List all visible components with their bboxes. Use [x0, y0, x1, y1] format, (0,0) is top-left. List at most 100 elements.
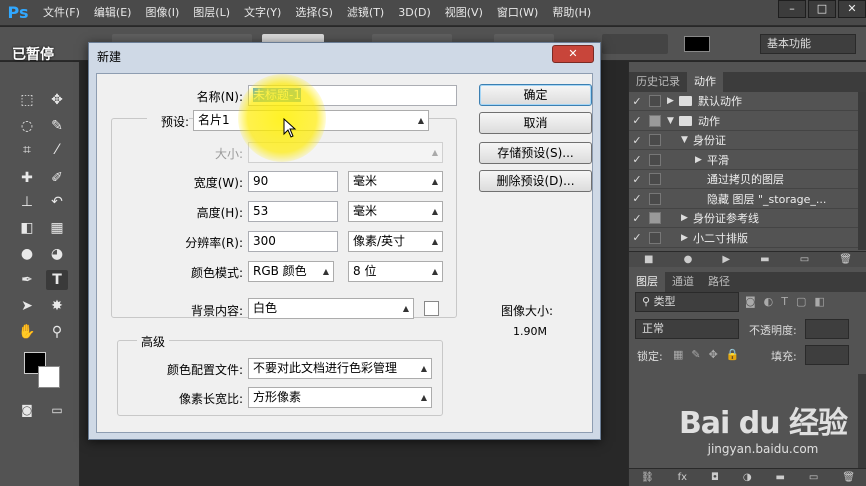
hand-tool-icon[interactable]: ✋ [16, 322, 38, 342]
resolution-unit-select[interactable]: 像素/英寸 ▲ [348, 231, 443, 252]
expand-toggle-icon[interactable]: ▶ [681, 233, 693, 243]
pen-tool-icon[interactable]: ✒ [16, 270, 38, 290]
dialog-toggle-box[interactable] [649, 173, 661, 185]
eraser-tool-icon[interactable]: ◧ [16, 218, 38, 238]
zoom-tool-icon[interactable]: ⚲ [46, 322, 68, 342]
record-icon[interactable]: ● [684, 254, 693, 265]
action-row[interactable]: ✓ ▶ 默认动作 [629, 92, 861, 111]
align-buttons[interactable] [602, 34, 668, 54]
tab-history[interactable]: 历史记录 [629, 72, 687, 92]
tab-actions[interactable]: 动作 [687, 72, 723, 92]
height-input[interactable]: 53 [248, 201, 338, 222]
checkmark-icon[interactable]: ✓ [629, 212, 645, 225]
menu-type[interactable]: 文字(Y) [237, 0, 288, 26]
expand-toggle-icon[interactable]: ▼ [667, 116, 679, 126]
menu-view[interactable]: 视图(V) [438, 0, 490, 26]
crop-tool-icon[interactable]: ⌗ [16, 140, 38, 160]
close-window-button[interactable]: ✕ [838, 0, 866, 18]
ok-button[interactable]: 确定 [479, 84, 592, 106]
action-row[interactable]: ✓ 通过拷贝的图层 [629, 170, 861, 189]
play-icon[interactable]: ▶ [722, 254, 730, 265]
delete-layer-icon[interactable]: 🗑 [842, 472, 855, 483]
marquee-tool-icon[interactable]: ⬚ [16, 90, 38, 110]
layers-scrollbar[interactable] [858, 374, 866, 468]
background-select[interactable]: 白色 ▲ [248, 298, 414, 319]
expand-toggle-icon[interactable]: ▶ [667, 96, 679, 106]
checkmark-icon[interactable]: ✓ [629, 95, 645, 108]
menu-help[interactable]: 帮助(H) [545, 0, 598, 26]
tab-paths[interactable]: 路径 [701, 272, 737, 292]
stop-icon[interactable]: ■ [644, 254, 653, 265]
move-tool-icon[interactable]: ✥ [46, 90, 68, 110]
path-select-tool-icon[interactable]: ➤ [16, 296, 38, 316]
dialog-toggle-box[interactable] [649, 114, 661, 127]
workspace-select[interactable]: 基本功能 [760, 34, 856, 54]
pixel-aspect-select[interactable]: 方形像素 ▲ [248, 387, 432, 408]
menu-image[interactable]: 图像(I) [138, 0, 186, 26]
type-tool-icon[interactable]: T [46, 270, 68, 290]
blur-tool-icon[interactable]: ● [16, 244, 38, 264]
bit-depth-select[interactable]: 8 位 ▲ [348, 261, 443, 282]
history-brush-tool-icon[interactable]: ↶ [46, 192, 68, 212]
height-unit-select[interactable]: 毫米 ▲ [348, 201, 443, 222]
minimize-button[interactable]: – [778, 0, 806, 18]
menu-window[interactable]: 窗口(W) [490, 0, 545, 26]
gradient-tool-icon[interactable]: ▦ [46, 218, 68, 238]
stamp-tool-icon[interactable]: ⊥ [16, 192, 38, 212]
blend-mode-select[interactable]: 正常 [635, 319, 739, 339]
color-profile-select[interactable]: 不要对此文档进行色彩管理 ▲ [248, 358, 432, 379]
color-mode-select[interactable]: RGB 颜色 ▲ [248, 261, 334, 282]
save-preset-button[interactable]: 存储预设(S)... [479, 142, 592, 164]
checkmark-icon[interactable]: ✓ [629, 134, 645, 147]
action-row[interactable]: ✓ ▶ 小二寸排版 [629, 229, 861, 248]
expand-toggle-icon[interactable]: ▶ [681, 213, 693, 223]
text-color-swatch[interactable] [684, 36, 710, 52]
action-row[interactable]: ✓ ▼ 身份证 [629, 131, 861, 150]
menu-select[interactable]: 选择(S) [288, 0, 340, 26]
tab-layers[interactable]: 图层 [629, 272, 665, 292]
dialog-close-button[interactable]: ✕ [552, 45, 594, 63]
adjustment-icon[interactable]: ◑ [743, 472, 752, 483]
new-set-icon[interactable]: ▬ [760, 254, 769, 265]
lock-icons[interactable]: ▦✎✥🔒 [673, 348, 748, 361]
lasso-tool-icon[interactable]: ◌ [16, 116, 38, 136]
actions-scrollbar[interactable] [858, 92, 866, 250]
checkmark-icon[interactable]: ✓ [629, 114, 645, 127]
layer-filter-select[interactable]: ⚲ 类型 [635, 292, 739, 312]
dialog-toggle-box[interactable] [649, 231, 661, 244]
menu-layer[interactable]: 图层(L) [186, 0, 237, 26]
screen-mode-icon[interactable]: ▭ [46, 400, 68, 420]
fx-icon[interactable]: fx [678, 472, 687, 483]
dialog-toggle-box[interactable] [649, 153, 661, 166]
action-row[interactable]: ✓ ▶ 平滑 [629, 151, 861, 170]
delete-icon[interactable]: 🗑 [839, 254, 852, 265]
quick-select-tool-icon[interactable]: ✎ [46, 116, 68, 136]
checkmark-icon[interactable]: ✓ [629, 192, 645, 205]
shape-tool-icon[interactable]: ✸ [46, 296, 68, 316]
add-mask-icon[interactable]: ◘ [711, 472, 719, 483]
action-row[interactable]: ✓ ▼ 动作 [629, 112, 861, 131]
name-input[interactable]: 未标题-1 [248, 85, 457, 106]
menu-filter[interactable]: 滤镜(T) [340, 0, 391, 26]
maximize-button[interactable]: □ [808, 0, 836, 18]
opacity-input[interactable] [805, 319, 849, 339]
menu-file[interactable]: 文件(F) [36, 0, 87, 26]
quick-mask-icon[interactable]: ◙ [16, 400, 38, 420]
menu-3d[interactable]: 3D(D) [391, 0, 438, 26]
resolution-input[interactable]: 300 [248, 231, 338, 252]
healing-tool-icon[interactable]: ✚ [16, 168, 38, 188]
link-layers-icon[interactable]: ⛓ [641, 472, 654, 483]
checkmark-icon[interactable]: ✓ [629, 231, 645, 244]
delete-preset-button[interactable]: 删除预设(D)... [479, 170, 592, 192]
fill-input[interactable] [805, 345, 849, 365]
group-icon[interactable]: ▬ [776, 472, 785, 483]
checkmark-icon[interactable]: ✓ [629, 173, 645, 186]
new-layer-icon[interactable]: ▭ [809, 472, 818, 483]
background-color-swatch[interactable] [38, 366, 60, 388]
layer-filter-icons[interactable]: ◙◐T▢◧ [745, 295, 833, 308]
checkmark-icon[interactable]: ✓ [629, 153, 645, 166]
dialog-toggle-box[interactable] [649, 212, 661, 224]
preset-select[interactable]: 名片1 ▲ [193, 110, 429, 131]
width-unit-select[interactable]: 毫米 ▲ [348, 171, 443, 192]
brush-tool-icon[interactable]: ✐ [46, 168, 68, 188]
